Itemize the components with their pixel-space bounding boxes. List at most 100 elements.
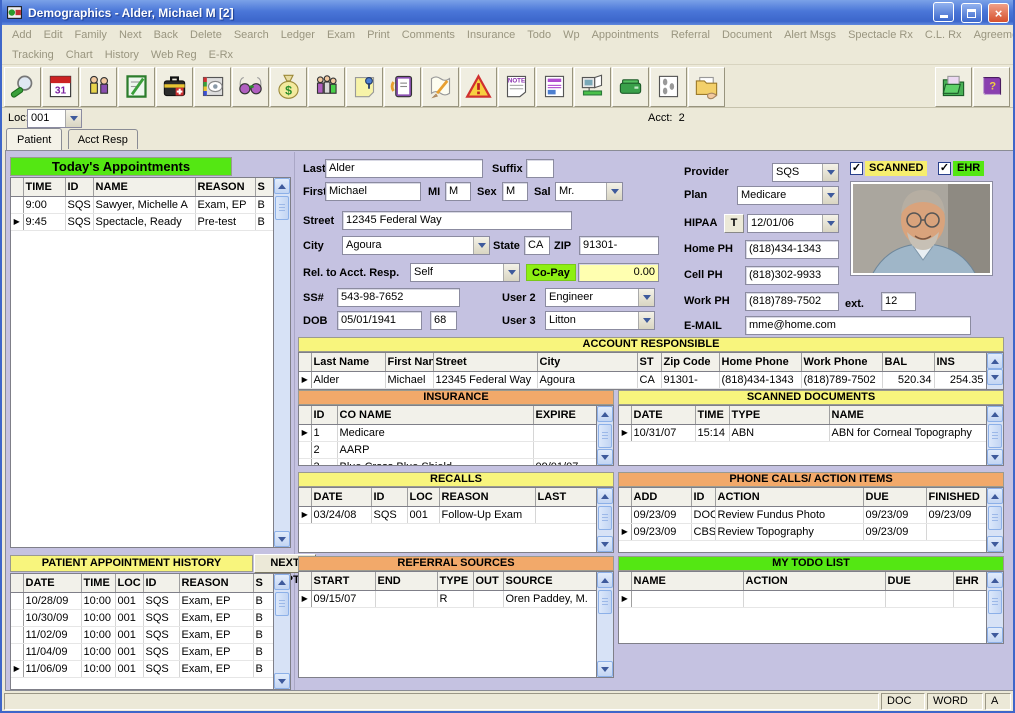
account-responsible-table[interactable]: Last NameFirst NanStreetCitySTZip CodeHo… [299, 353, 986, 389]
phone-calls-scrollbar[interactable] [986, 488, 1003, 552]
exam-pad-button[interactable] [118, 67, 155, 107]
tab-acct-resp[interactable]: Acct Resp [68, 129, 138, 149]
medical-bag-button[interactable] [156, 67, 193, 107]
appointment-history-table[interactable]: DATETIMELOCIDREASONS10/28/0910:00001SQSE… [11, 574, 273, 689]
menu-item-add[interactable]: Add [6, 29, 38, 41]
menu-item-delete[interactable]: Delete [184, 29, 228, 41]
scroll-down-button[interactable] [597, 449, 613, 465]
calendar-button[interactable]: 31 [42, 67, 79, 107]
referral-pen-button[interactable] [422, 67, 459, 107]
hipaa-t-button[interactable]: T [724, 214, 744, 233]
scanned-documents-scrollbar[interactable] [986, 406, 1003, 465]
menu-item-ledger[interactable]: Ledger [275, 29, 321, 41]
scroll-thumb[interactable] [598, 506, 612, 530]
chevron-down-icon[interactable] [638, 312, 654, 329]
folder-hand-button[interactable] [688, 67, 725, 107]
table-row[interactable]: ▶09/15/07ROren Paddey, M. [299, 590, 596, 607]
scroll-down-button[interactable] [987, 449, 1003, 465]
table-row[interactable]: ▶1Medicare [299, 424, 596, 441]
card-machine-button[interactable] [612, 67, 649, 107]
chevron-down-icon[interactable] [638, 289, 654, 306]
spectacles-button[interactable] [232, 67, 269, 107]
table-row[interactable]: ▶9:45SQSSpectacle, ReadyPre-testB [11, 213, 273, 230]
ext-field[interactable]: 12 [881, 292, 916, 311]
chevron-down-icon[interactable] [606, 183, 622, 200]
menu-item-next[interactable]: Next [113, 29, 148, 41]
scroll-track[interactable] [274, 590, 290, 673]
sex-field[interactable]: M [502, 182, 528, 201]
patient-greeting-button[interactable] [80, 67, 117, 107]
menu-item-comments[interactable]: Comments [396, 29, 461, 41]
menu-item-print[interactable]: Print [361, 29, 396, 41]
mi-field[interactable]: M [445, 182, 471, 201]
scroll-track[interactable] [987, 588, 1003, 627]
table-row[interactable]: 10/30/0910:00001SQSExam, EPB [11, 609, 273, 626]
organizer-button[interactable] [384, 67, 421, 107]
scroll-thumb[interactable] [598, 590, 612, 614]
first-name-field[interactable]: Michael [325, 182, 421, 201]
scroll-thumb[interactable] [598, 424, 612, 448]
scroll-down-button[interactable] [274, 673, 290, 689]
scroll-up-button[interactable] [597, 572, 613, 588]
recalls-table[interactable]: DATEIDLOCREASONLAST▶03/24/08SQS001Follow… [299, 488, 596, 552]
table-row[interactable]: ▶11/06/0910:00001SQSExam, EPB [11, 660, 273, 677]
table-row[interactable]: 09/23/09DOCReview Fundus Photo09/23/0909… [619, 506, 986, 523]
menu-item-spectacle-rx[interactable]: Spectacle Rx [842, 29, 919, 41]
scroll-down-button[interactable] [597, 536, 613, 552]
todo-list-table[interactable]: NAMEACTIONDUEEHR▶ [619, 572, 986, 643]
scroll-track[interactable] [597, 422, 613, 449]
close-button[interactable]: × [988, 3, 1009, 23]
scroll-up-button[interactable] [597, 488, 613, 504]
network-button[interactable] [574, 67, 611, 107]
table-row[interactable]: 2AARP [299, 441, 596, 458]
scroll-thumb[interactable] [988, 506, 1002, 530]
scanned-documents-table[interactable]: DATETIMETYPENAME▶10/31/0715:14ABNABN for… [619, 406, 986, 465]
scroll-down-button[interactable] [597, 661, 613, 677]
scroll-up-button[interactable] [274, 574, 290, 590]
family-group-button[interactable] [308, 67, 345, 107]
menu-item-referral[interactable]: Referral [665, 29, 716, 41]
money-bag-button[interactable]: $ [270, 67, 307, 107]
ehr-checkbox[interactable]: ✓ [938, 162, 951, 175]
scroll-up-button[interactable] [987, 406, 1003, 422]
hipaa-date-select[interactable]: 12/01/06 [747, 214, 839, 233]
scroll-track[interactable] [597, 504, 613, 536]
dob-field[interactable]: 05/01/1941 [337, 311, 422, 330]
chevron-down-icon[interactable] [65, 110, 81, 127]
maximize-button[interactable] [961, 3, 982, 23]
menu-item-exam[interactable]: Exam [321, 29, 361, 41]
scroll-thumb[interactable] [988, 424, 1002, 448]
phone-calls-table[interactable]: ADDIDACTIONDUEFINISHED09/23/09DOCReview … [619, 488, 986, 552]
scroll-up-button[interactable] [987, 353, 1003, 369]
menu-item-search[interactable]: Search [228, 29, 275, 41]
todo-list-scrollbar[interactable] [986, 572, 1003, 643]
scroll-thumb[interactable] [275, 592, 289, 616]
scroll-down-button[interactable] [987, 369, 1003, 385]
zip-field[interactable]: 91301- [579, 236, 659, 255]
table-row[interactable]: ▶10/31/0715:14ABNABN for Corneal Topogra… [619, 424, 986, 441]
work-ph-field[interactable]: (818)789-7502 [745, 292, 839, 311]
menu-item-insurance[interactable]: Insurance [461, 29, 521, 41]
menu-item-chart[interactable]: Chart [60, 49, 99, 61]
chevron-down-icon[interactable] [822, 215, 838, 232]
referral-sources-table[interactable]: STARTENDTYPEOUTSOURCE▶09/15/07ROren Padd… [299, 572, 596, 677]
recalls-scrollbar[interactable] [596, 488, 613, 552]
table-row[interactable]: ▶ [619, 590, 986, 607]
location-select[interactable]: 001 [27, 109, 82, 128]
tab-patient[interactable]: Patient [6, 128, 62, 150]
tracking-button[interactable] [650, 67, 687, 107]
scroll-up-button[interactable] [597, 406, 613, 422]
todays-appointments-table[interactable]: TIMEIDNAMEREASONS9:00SQSSawyer, Michelle… [11, 178, 273, 547]
chevron-down-icon[interactable] [822, 187, 838, 204]
search-button[interactable] [4, 67, 41, 107]
menu-item-alert-msgs[interactable]: Alert Msgs [778, 29, 842, 41]
plan-select[interactable]: Medicare [737, 186, 839, 205]
cell-ph-field[interactable]: (818)302-9933 [745, 266, 839, 285]
appointment-history-scrollbar[interactable] [273, 574, 290, 689]
provider-select[interactable]: SQS [772, 163, 839, 182]
notepad-button[interactable]: NOTE [498, 67, 535, 107]
co-pay-field[interactable]: 0.00 [578, 263, 659, 282]
last-name-field[interactable]: Alder [325, 159, 483, 178]
table-row[interactable]: 9:00SQSSawyer, Michelle AExam, EPB [11, 196, 273, 213]
chevron-down-icon[interactable] [822, 164, 838, 181]
